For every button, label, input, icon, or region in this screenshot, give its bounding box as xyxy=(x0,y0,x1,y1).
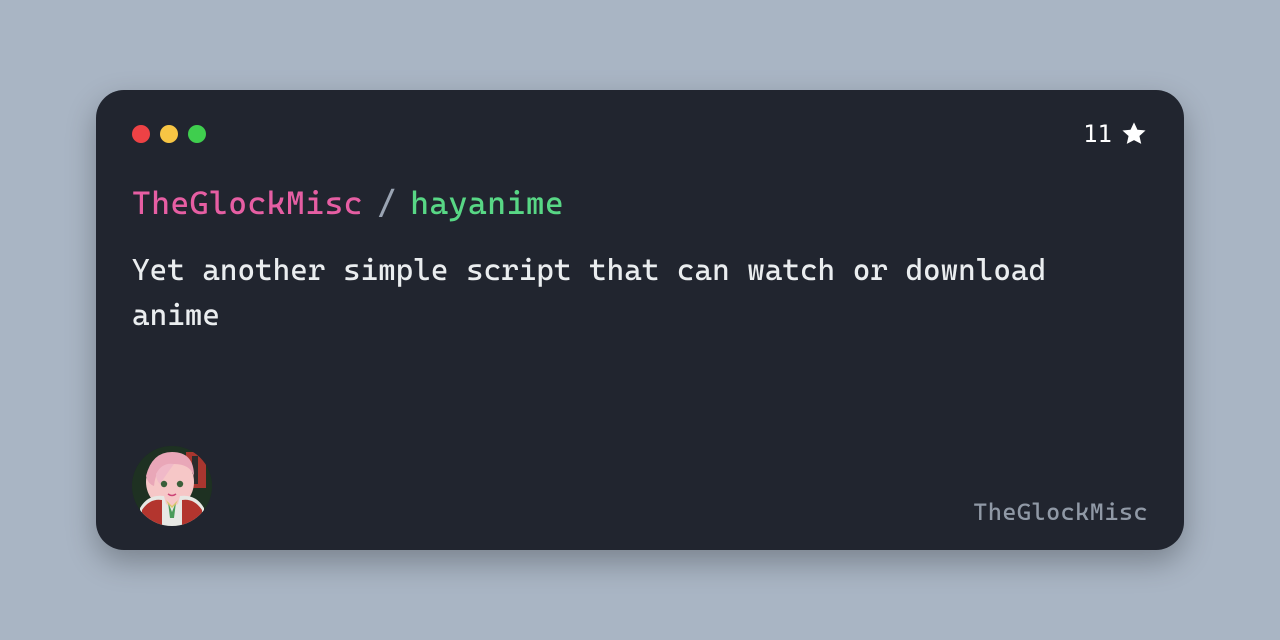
minimize-icon[interactable] xyxy=(160,125,178,143)
repo-description: Yet another simple script that can watch… xyxy=(132,248,1082,338)
star-count-group: 11 xyxy=(1083,120,1148,148)
repo-card: 11 TheGlockMisc / hayanime Yet another s… xyxy=(96,90,1184,550)
repo-name[interactable]: hayanime xyxy=(410,184,564,222)
traffic-lights xyxy=(132,125,206,143)
breadcrumb-separator: / xyxy=(377,184,396,222)
avatar[interactable] xyxy=(132,446,212,526)
close-icon[interactable] xyxy=(132,125,150,143)
star-icon xyxy=(1120,120,1148,148)
footer-username[interactable]: TheGlockMisc xyxy=(973,498,1148,526)
maximize-icon[interactable] xyxy=(188,125,206,143)
titlebar: 11 xyxy=(132,120,1148,148)
card-footer: TheGlockMisc xyxy=(132,446,1148,526)
star-count: 11 xyxy=(1083,122,1112,146)
repo-breadcrumb: TheGlockMisc / hayanime xyxy=(132,184,1148,222)
repo-owner[interactable]: TheGlockMisc xyxy=(132,184,363,222)
